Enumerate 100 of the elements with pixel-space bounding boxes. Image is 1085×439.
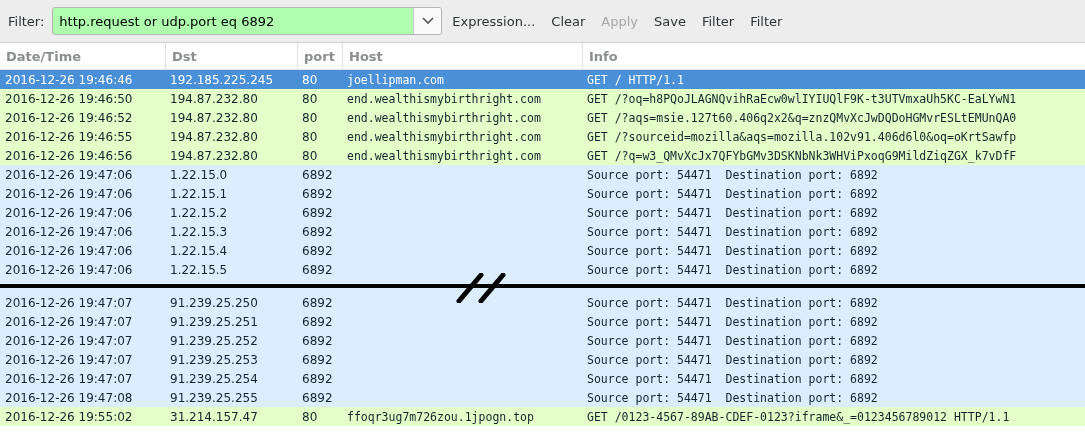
packet-row[interactable]: 2016-12-26 19:55:02 31.214.157.47 80 ffoqr3ug7m726zou.1jpogn.top GET /0123-4567-89AB-CDEF-0123?iframe&_=0123456789012 HTTP/1.1 (0, 407, 1085, 426)
table-cell-text: 1.22.15.0 (169, 166, 229, 184)
table-cell-text: 80 (301, 71, 319, 89)
packet-row[interactable]: 2016-12-26 19:47:06 1.22.15.1 6892 Source port: 54471 Destination port: 6892 (0, 184, 1085, 203)
filter-label: Filter: (8, 13, 45, 29)
packet-row[interactable]: 2016-12-26 19:46:55 194.87.232.80 80 end.wealthismybirthright.com GET /?sourceid=mozilla&aqs=mozilla.102v91.406d6l0&oq=oKrtSawfp (0, 127, 1085, 146)
table-cell-text: 6892 (301, 313, 334, 331)
table-cell-text: 80 (301, 408, 319, 426)
table-cell-text: end.wealthismybirthright.com (346, 147, 542, 165)
toolbar-button[interactable]: Save (648, 9, 692, 33)
table-cell-text: 2016-12-26 19:47:07 (4, 294, 134, 312)
table-cell-text: 6892 (301, 242, 334, 260)
toolbar-button[interactable]: Expression... (446, 9, 542, 33)
table-cell-text: 80 (301, 128, 319, 146)
packet-row[interactable]: 2016-12-26 19:47:07 91.239.25.251 6892 Source port: 54471 Destination port: 6892 (0, 312, 1085, 331)
table-cell-text: 2016-12-26 19:46:52 (4, 109, 134, 127)
table-cell-text: Source port: 54471 Destination port: 6892 (586, 313, 879, 331)
table-cell-text: 2016-12-26 19:47:06 (4, 261, 134, 279)
table-cell-text: GET /?q=w3_QMvXcJx7QFYbGMv3DSKNbNk3WHViPxoqG9MildZiqZGX_k7vDfF (586, 147, 1018, 165)
table-cell-text: 2016-12-26 19:46:50 (4, 90, 134, 108)
table-cell-text: 192.185.225.245 (169, 71, 275, 89)
table-cell-text: Source port: 54471 Destination port: 6892 (586, 370, 879, 388)
table-cell-text: 80 (301, 90, 319, 108)
filter-field[interactable]: http.request or udp.port eq 6892 (52, 7, 443, 35)
table-cell-text: GET /?oq=h8PQoJLAGNQvihRaEcw0wlIYIUQlF9K-t3UTVmxaUh5KC-EaLYwN1 (586, 90, 1018, 108)
packet-row[interactable]: 2016-12-26 19:47:06 1.22.15.4 6892 Source port: 54471 Destination port: 6892 (0, 241, 1085, 260)
packet-row[interactable]: 2016-12-26 19:46:52 194.87.232.80 80 end.wealthismybirthright.com GET /?aqs=msie.127t60.406q2x2&q=znzQMvXcJwDQDoHGMvrESLtEMUnQA0 (0, 108, 1085, 127)
table-cell-text: 1.22.15.4 (169, 242, 229, 260)
table-cell-text: 6892 (301, 294, 334, 312)
table-cell-text: 2016-12-26 19:47:07 (4, 313, 134, 331)
table-cell-text: 1.22.15.3 (169, 223, 229, 241)
table-cell-text: 2016-12-26 19:47:08 (4, 389, 134, 407)
table-cell-text: end.wealthismybirthright.com (346, 109, 542, 127)
table-cell-text: 2016-12-26 19:47:06 (4, 185, 134, 203)
packet-row[interactable]: 2016-12-26 19:47:06 1.22.15.3 6892 Source port: 54471 Destination port: 6892 (0, 222, 1085, 241)
table-cell-text: 194.87.232.80 (169, 128, 259, 146)
table-cell-text: Source port: 54471 Destination port: 6892 (586, 185, 879, 203)
packet-row[interactable]: 2016-12-26 19:47:06 1.22.15.2 6892 Source port: 54471 Destination port: 6892 (0, 203, 1085, 222)
table-cell-text: 6892 (301, 204, 334, 222)
dropdown-button[interactable] (413, 8, 442, 34)
table-cell-text: 1.22.15.5 (169, 261, 229, 279)
table-cell-text: 6892 (301, 223, 334, 241)
table-cell-text: 6892 (301, 370, 334, 388)
packet-row[interactable]: 2016-12-26 19:47:08 91.239.25.255 6892 Source port: 54471 Destination port: 6892 (0, 388, 1085, 407)
table-cell-text: GET /?sourceid=mozilla&aqs=mozilla.102v91.406d6l0&oq=oKrtSawfp (586, 128, 1018, 146)
table-cell-text: 31.214.157.47 (169, 408, 259, 426)
table-cell-text: Source port: 54471 Destination port: 6892 (586, 242, 879, 260)
table-cell-text: 1.22.15.2 (169, 204, 229, 222)
packet-row[interactable]: 2016-12-26 19:47:07 91.239.25.252 6892 Source port: 54471 Destination port: 6892 (0, 331, 1085, 350)
table-cell-text: 91.239.25.251 (169, 313, 259, 331)
table-cell-text: 1.22.15.1 (169, 185, 229, 203)
table-cell-text: 80 (301, 109, 319, 127)
table-cell-text: 2016-12-26 19:47:06 (4, 242, 134, 260)
table-cell-text: 2016-12-26 19:46:46 (4, 71, 134, 89)
table-cell-text: 2016-12-26 19:47:07 (4, 332, 134, 350)
table-cell-text: 80 (301, 147, 319, 165)
table-cell-text: 91.239.25.254 (169, 370, 259, 388)
table-cell-text: GET / HTTP/1.1 (586, 71, 685, 89)
table-cell-text: 6892 (301, 166, 334, 184)
packet-row[interactable]: 2016-12-26 19:47:07 91.239.25.250 6892 Source port: 54471 Destination port: 6892 (0, 293, 1085, 312)
table-cell-text: 2016-12-26 19:47:06 (4, 223, 134, 241)
toolbar-button[interactable]: Filter (744, 9, 789, 33)
table-cell-text: Source port: 54471 Destination port: 6892 (586, 332, 879, 350)
packet-row[interactable]: 2016-12-26 19:47:07 91.239.25.254 6892 Source port: 54471 Destination port: 6892 (0, 369, 1085, 388)
table-cell-text: joellipman.com (346, 71, 445, 89)
table-cell-text: Source port: 54471 Destination port: 6892 (586, 389, 879, 407)
table-cell-text: end.wealthismybirthright.com (346, 90, 542, 108)
toolbar-button[interactable]: Filter (695, 9, 741, 33)
table-cell-text: 2016-12-26 19:46:56 (4, 147, 134, 165)
toolbar-button[interactable]: Clear (545, 9, 592, 33)
table-cell-text: 2016-12-26 19:47:06 (4, 166, 134, 184)
packet-row[interactable]: 2016-12-26 19:47:06 1.22.15.5 6892 Source port: 54471 Destination port: 6892 (0, 260, 1085, 279)
table-cell-text: 6892 (301, 389, 334, 407)
table-cell-text: Source port: 54471 Destination port: 6892 (586, 351, 879, 369)
table-cell-text: 194.87.232.80 (169, 90, 259, 108)
table-cell-text: 6892 (301, 261, 334, 279)
table-cell-text: 2016-12-26 19:55:02 (4, 408, 134, 426)
table-cell-text: 2016-12-26 19:47:07 (4, 351, 134, 369)
table-cell-text: 6892 (301, 351, 334, 369)
table-cell-text: 6892 (301, 185, 334, 203)
table-cell-text: Source port: 54471 Destination port: 6892 (586, 223, 879, 241)
table-cell-text: GET /?aqs=msie.127t60.406q2x2&q=znzQMvXcJwDQDoHGMvrESLtEMUnQA0 (586, 109, 1018, 127)
table-cell-text: 91.239.25.255 (169, 389, 259, 407)
filter-input[interactable]: http.request or udp.port eq 6892 (53, 13, 414, 29)
table-cell-text: ffoqr3ug7m726zou.1jpogn.top (346, 408, 535, 426)
packet-row[interactable]: 2016-12-26 19:46:50 194.87.232.80 80 end.wealthismybirthright.com GET /?oq=h8PQoJLAGNQvihRaEcw0wlIYIUQlF9K-t3UTVmxaUh5KC-EaLYwN1 (0, 89, 1085, 108)
packet-row[interactable]: 2016-12-26 19:47:07 91.239.25.253 6892 Source port: 54471 Destination port: 6892 (0, 350, 1085, 369)
packet-row[interactable]: 2016-12-26 19:46:56 194.87.232.80 80 end.wealthismybirthright.com GET /?q=w3_QMvXcJx7QFYbGMv3DSKNbNk3WHViPxoqG9MildZiqZGX_k7vDfF (0, 146, 1085, 165)
chevron-down-icon (421, 17, 434, 25)
table-cell-text: Source port: 54471 Destination port: 6892 (586, 294, 879, 312)
table-cell-text: 194.87.232.80 (169, 109, 259, 127)
table-cell-text: Source port: 54471 Destination port: 6892 (586, 166, 879, 184)
table-cell-text: 91.239.25.252 (169, 332, 259, 350)
table-cell-text: Source port: 54471 Destination port: 6892 (586, 261, 879, 279)
table-cell-text: 194.87.232.80 (169, 147, 259, 165)
table-cell-text: 2016-12-26 19:47:07 (4, 370, 134, 388)
table-cell-text: 2016-12-26 19:47:06 (4, 204, 134, 222)
table-cell-text: 2016-12-26 19:46:55 (4, 128, 134, 146)
table-cell-text: GET /0123-4567-89AB-CDEF-0123?iframe&_=0123456789012 HTTP/1.1 (586, 408, 1011, 426)
packet-row[interactable]: 2016-12-26 19:47:06 1.22.15.0 6892 Source port: 54471 Destination port: 6892 (0, 165, 1085, 184)
